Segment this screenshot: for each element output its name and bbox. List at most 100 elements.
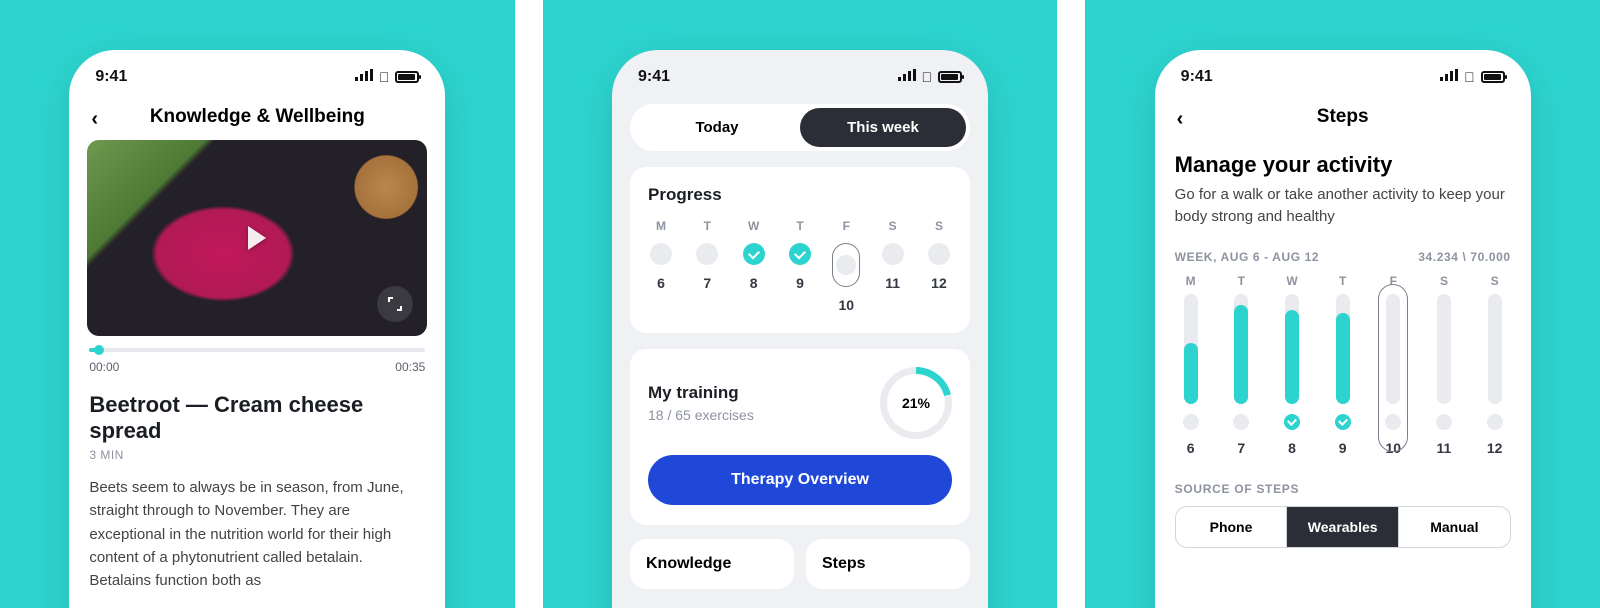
selected-day-outline — [1378, 284, 1408, 452]
status-bar: 9:41  — [1155, 50, 1531, 94]
source-segmented-control[interactable]: Phone Wearables Manual — [1175, 506, 1511, 548]
video-thumbnail[interactable] — [87, 140, 427, 336]
source-phone[interactable]: Phone — [1176, 507, 1287, 547]
tab-this-week[interactable]: This week — [800, 108, 966, 147]
bar-track — [1234, 294, 1248, 404]
page-title: Knowledge & Wellbeing — [69, 106, 445, 128]
progress-day[interactable]: 6 — [648, 243, 674, 313]
wifi-icon:  — [922, 69, 933, 85]
video-scrubber[interactable] — [89, 348, 425, 352]
progress-day[interactable]: 10 — [833, 243, 859, 313]
day-status-dot — [1183, 414, 1199, 430]
wifi-icon:  — [1464, 69, 1475, 85]
signal-icon — [898, 68, 916, 86]
steps-bar-chart: M6T7W8T9F10S11S12 — [1175, 274, 1511, 456]
back-icon[interactable]: ‹ — [1177, 108, 1184, 131]
day-status-dot — [1436, 414, 1452, 430]
empty-day-indicator — [882, 243, 904, 265]
day-number: 11 — [1437, 440, 1452, 456]
day-letter: W — [1286, 274, 1297, 288]
bar-column[interactable]: T7 — [1225, 274, 1257, 456]
article-title: Beetroot — Cream cheese spread — [89, 392, 425, 444]
day-number: 9 — [1339, 440, 1347, 456]
play-icon[interactable] — [248, 226, 266, 250]
training-progress-ring: 21% — [880, 367, 952, 439]
bar-column[interactable]: S 12 — [1479, 274, 1511, 456]
day-number: 7 — [703, 275, 711, 291]
article-duration: 3 MIN — [89, 448, 425, 462]
day-number: 12 — [931, 275, 947, 291]
progress-day[interactable]: 9 — [787, 243, 813, 313]
video-time-total: 00:35 — [395, 360, 425, 374]
bar-track — [1285, 294, 1299, 404]
wifi-icon:  — [379, 69, 390, 85]
status-time: 9:41 — [638, 68, 670, 86]
back-icon[interactable]: ‹ — [91, 108, 98, 131]
bar-column[interactable]: F10 — [1377, 274, 1409, 456]
battery-icon — [1481, 71, 1505, 83]
day-letter: S — [1491, 274, 1499, 288]
bar-track — [1336, 294, 1350, 404]
expand-icon[interactable] — [377, 286, 413, 322]
bar-track — [1386, 294, 1400, 404]
bar-column[interactable]: T9 — [1327, 274, 1359, 456]
video-time-elapsed: 00:00 — [89, 360, 119, 374]
status-time: 9:41 — [1181, 68, 1213, 86]
day-number: 8 — [750, 275, 758, 291]
knowledge-card[interactable]: Knowledge — [630, 539, 794, 589]
tab-today[interactable]: Today — [634, 108, 800, 147]
bar-fill — [1336, 313, 1350, 403]
bar-fill — [1234, 305, 1248, 404]
progress-day[interactable]: 8 — [741, 243, 767, 313]
day-letter: S — [1440, 274, 1448, 288]
range-segmented-control[interactable]: Today This week — [630, 104, 970, 151]
status-bar: 9:41  — [69, 50, 445, 94]
day-letter: T — [1238, 274, 1245, 288]
steps-heading: Manage your activity — [1175, 152, 1511, 178]
day-letter: S — [880, 219, 906, 233]
steps-count: 34.234 \ 70.000 — [1418, 250, 1510, 264]
day-status-dot — [1487, 414, 1503, 430]
training-title: My training — [648, 383, 754, 403]
check-icon — [743, 243, 765, 265]
source-wearables[interactable]: Wearables — [1286, 507, 1398, 547]
day-number: 12 — [1487, 440, 1503, 456]
signal-icon — [1440, 68, 1458, 86]
progress-day[interactable]: 11 — [880, 243, 906, 313]
bar-track — [1184, 294, 1198, 404]
phone-steps: 9:41  ‹ Steps Manage your activity Go f… — [1155, 50, 1531, 608]
day-number: 8 — [1288, 440, 1296, 456]
progress-day[interactable]: 7 — [694, 243, 720, 313]
therapy-overview-button[interactable]: Therapy Overview — [648, 455, 952, 505]
phone-this-week: 9:41  Today This week Progress MTWTFSS … — [612, 50, 988, 608]
status-time: 9:41 — [95, 68, 127, 86]
day-letter: M — [1186, 274, 1196, 288]
bar-fill — [1285, 310, 1299, 404]
bar-track — [1437, 294, 1451, 404]
day-status-dot — [1233, 414, 1249, 430]
progress-day[interactable]: 12 — [926, 243, 952, 313]
day-number: 9 — [796, 275, 804, 291]
source-manual[interactable]: Manual — [1398, 507, 1510, 547]
day-number: 10 — [839, 297, 855, 313]
day-number: 6 — [657, 275, 665, 291]
bar-fill — [1184, 343, 1198, 404]
progress-title: Progress — [648, 185, 952, 205]
check-icon — [1284, 414, 1300, 430]
source-label: SOURCE OF STEPS — [1175, 482, 1511, 496]
day-letter: F — [833, 219, 859, 233]
training-subtitle: 18 / 65 exercises — [648, 407, 754, 423]
bar-column[interactable]: S 11 — [1428, 274, 1460, 456]
bar-track — [1488, 294, 1502, 404]
day-letter: T — [1339, 274, 1346, 288]
steps-card[interactable]: Steps — [806, 539, 970, 589]
bar-column[interactable]: W8 — [1276, 274, 1308, 456]
day-letter: M — [648, 219, 674, 233]
day-letter: T — [787, 219, 813, 233]
empty-day-indicator — [696, 243, 718, 265]
battery-icon — [938, 71, 962, 83]
selected-day-indicator — [832, 243, 860, 287]
article-body: Beets seem to always be in season, from … — [89, 476, 425, 592]
week-range-label: WEEK, AUG 6 - AUG 12 — [1175, 250, 1319, 264]
bar-column[interactable]: M6 — [1175, 274, 1207, 456]
